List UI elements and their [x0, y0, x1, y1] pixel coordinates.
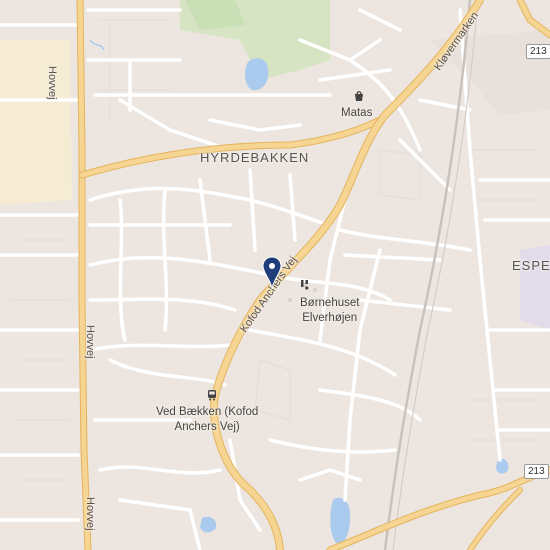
- kindergarten-icon[interactable]: [299, 279, 311, 291]
- poi-label-line: Ved Bækken (Kofod: [156, 406, 259, 418]
- road-label-hovvej: Hovvej: [46, 66, 58, 100]
- location-pin-icon[interactable]: [262, 256, 282, 290]
- poi-label-line: Anchers Vej): [174, 421, 240, 433]
- map-canvas[interactable]: HYRDEBAKKEN ESPE Hovvej Hovvej Hovvej Ko…: [0, 0, 550, 550]
- poi-label-bornehuset[interactable]: Børnehuset Elverhøjen: [300, 296, 359, 326]
- area-label-hyrdebakken: HYRDEBAKKEN: [200, 150, 310, 165]
- poi-label-line: Elverhøjen: [302, 312, 358, 324]
- route-shield: 213: [526, 44, 550, 59]
- poi-label-matas[interactable]: Matas: [341, 106, 372, 121]
- poi-label-bus-stop[interactable]: Ved Bækken (Kofod Anchers Vej): [156, 405, 258, 435]
- poi-label-line: Børnehuset: [300, 297, 360, 309]
- route-shield: 213: [524, 464, 549, 479]
- residential-zone: [0, 40, 72, 205]
- bus-stop-icon[interactable]: [206, 389, 218, 401]
- shopping-bag-icon[interactable]: [353, 90, 365, 102]
- area-label-espe: ESPE: [512, 258, 550, 273]
- road-label-hovvej: Hovvej: [84, 325, 96, 359]
- road-label-hovvej: Hovvej: [84, 497, 96, 531]
